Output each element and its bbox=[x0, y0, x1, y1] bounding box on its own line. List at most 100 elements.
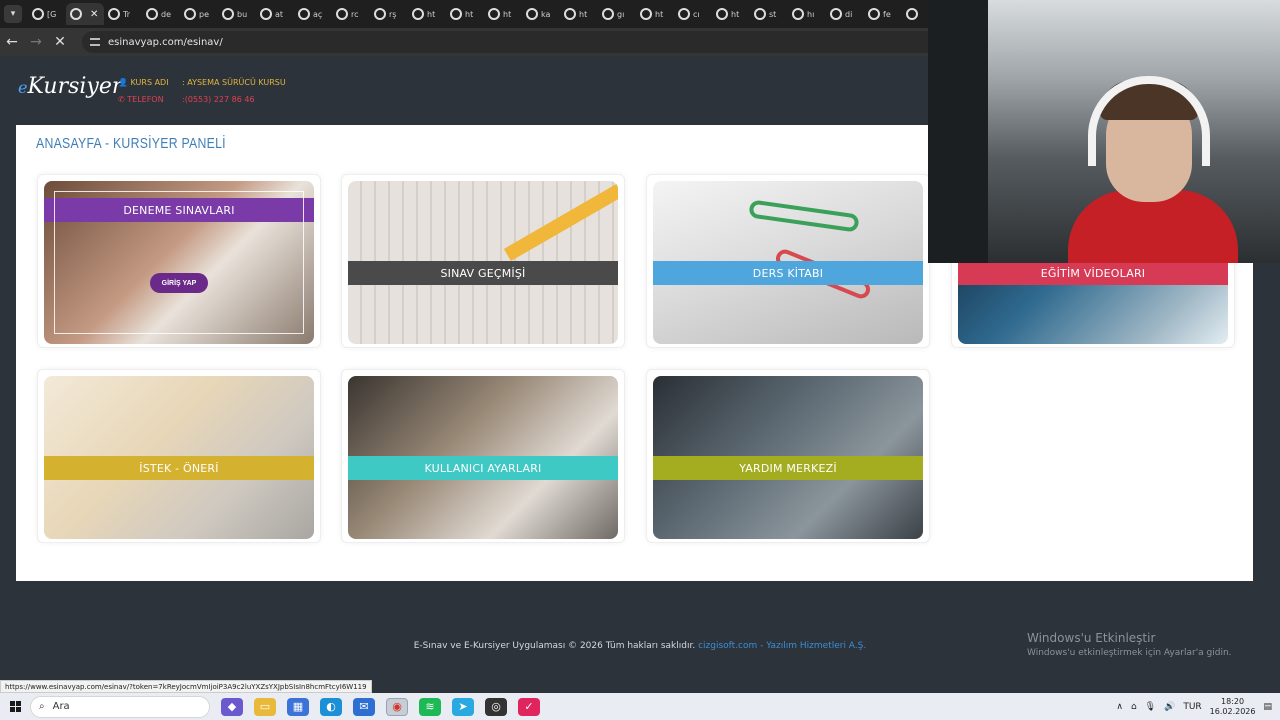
mail-icon[interactable]: ✉ bbox=[353, 697, 375, 716]
tab-favicon-icon bbox=[298, 8, 310, 20]
browser-tab[interactable]: gı bbox=[598, 3, 636, 25]
back-icon[interactable]: ← bbox=[0, 34, 24, 50]
browser-tab[interactable]: ht bbox=[408, 3, 446, 25]
footer-link[interactable]: cizgisoft.com - Yazılım Hizmetleri A.Ş. bbox=[698, 641, 866, 651]
webcam-overlay bbox=[928, 0, 1280, 263]
browser-tab[interactable]: di bbox=[826, 3, 864, 25]
browser-tab[interactable]: fe bbox=[864, 3, 902, 25]
hover-frame bbox=[54, 191, 304, 334]
browser-tab[interactable]: ht bbox=[484, 3, 522, 25]
tab-title: ht bbox=[655, 9, 664, 19]
browser-tab[interactable]: ✕ bbox=[66, 3, 104, 25]
tab-favicon-icon bbox=[260, 8, 272, 20]
browser-tab[interactable]: rş bbox=[370, 3, 408, 25]
tab-title: cı bbox=[693, 9, 700, 19]
phone-label-wrap: ✆ TELEFON bbox=[118, 95, 182, 104]
browser-tab[interactable]: ht bbox=[712, 3, 750, 25]
forward-icon[interactable]: → bbox=[24, 34, 48, 50]
browser-tab[interactable]: aç bbox=[294, 3, 332, 25]
giris-yap-button[interactable]: GİRİŞ YAP bbox=[150, 273, 208, 293]
card-label: YARDIM MERKEZİ bbox=[653, 456, 923, 480]
clock[interactable]: 18:20 16.02.2026 bbox=[1210, 697, 1256, 717]
tab-favicon-icon bbox=[830, 8, 842, 20]
browser-tab[interactable]: ka bbox=[522, 3, 560, 25]
card-sinav-gecmisi[interactable]: SINAV GEÇMİŞİ bbox=[341, 174, 625, 348]
site-info-icon[interactable] bbox=[90, 38, 100, 46]
obs-icon[interactable]: ◎ bbox=[485, 697, 507, 716]
microphone-icon[interactable]: 🎙 bbox=[1145, 702, 1156, 712]
tab-search-icon[interactable]: ▾ bbox=[4, 5, 22, 23]
speaker-icon[interactable]: 🔊 bbox=[1164, 702, 1175, 712]
browser-tab[interactable]: cı bbox=[674, 3, 712, 25]
browser-tab[interactable]: at bbox=[256, 3, 294, 25]
browser-tab[interactable]: ht bbox=[446, 3, 484, 25]
taskbar: ⌕ Ara ◆ ▭ ▦ ◐ ✉ ◉ ≋ ➤ ◎ ✓ ∧ ⌂ 🎙 🔊 TUR 18… bbox=[0, 693, 1280, 720]
webcam-background bbox=[928, 0, 988, 263]
tab-title: at bbox=[275, 9, 284, 19]
card-kullanici-ayarlari[interactable]: KULLANICI AYARLARI bbox=[341, 369, 625, 543]
card-yardim-merkezi[interactable]: YARDIM MERKEZİ bbox=[646, 369, 930, 543]
url-text[interactable]: esinavyap.com/esinav/ bbox=[108, 37, 223, 48]
tab-title: rc bbox=[351, 9, 359, 19]
tab-title: pe bbox=[199, 9, 209, 19]
tab-favicon-icon bbox=[32, 8, 44, 20]
card-label: EĞİTİM VİDEOLARI bbox=[958, 261, 1228, 285]
tab-title: de bbox=[161, 9, 171, 19]
chrome-icon[interactable]: ◉ bbox=[386, 697, 408, 716]
card-image: DENEME SINAVLARI GİRİŞ YAP bbox=[44, 181, 314, 344]
course-name: : AYSEMA SÜRÜCÜ KURSU bbox=[182, 78, 286, 87]
tab-title: di bbox=[845, 9, 853, 19]
close-tab-icon[interactable]: ✕ bbox=[90, 9, 98, 20]
browser-tab[interactable]: [G bbox=[28, 3, 66, 25]
tab-title: Tr bbox=[123, 9, 130, 19]
browser-tab[interactable]: hı bbox=[788, 3, 826, 25]
copilot-icon[interactable]: ◆ bbox=[221, 697, 243, 716]
logo-text: Kursiyer bbox=[27, 74, 123, 99]
taskbar-search[interactable]: ⌕ Ara bbox=[30, 695, 210, 718]
tab-title: ka bbox=[541, 9, 551, 19]
user-icon: 👤 bbox=[118, 78, 128, 87]
tab-title: fe bbox=[883, 9, 891, 19]
paperclip-shape bbox=[748, 199, 860, 233]
search-placeholder: Ara bbox=[52, 701, 70, 712]
headphones-icon bbox=[1088, 76, 1210, 166]
store-icon[interactable]: ▦ bbox=[287, 697, 309, 716]
browser-tab[interactable]: rc bbox=[332, 3, 370, 25]
browser-tab[interactable]: st bbox=[750, 3, 788, 25]
card-ders-kitabi[interactable]: DERS KİTABI bbox=[646, 174, 930, 348]
tab-favicon-icon bbox=[412, 8, 424, 20]
app-icon[interactable]: ✓ bbox=[518, 697, 540, 716]
language-indicator[interactable]: TUR bbox=[1183, 702, 1201, 712]
chevron-up-icon[interactable]: ∧ bbox=[1116, 702, 1123, 712]
browser-tab[interactable]: Tr bbox=[104, 3, 142, 25]
phone-label: TELEFON bbox=[127, 95, 164, 104]
pencil-shape bbox=[503, 181, 618, 262]
tab-title: ht bbox=[427, 9, 436, 19]
start-button[interactable] bbox=[0, 701, 30, 712]
spotify-icon[interactable]: ≋ bbox=[419, 697, 441, 716]
notification-icon[interactable]: ▤ bbox=[1263, 702, 1272, 712]
browser-tab[interactable]: de bbox=[142, 3, 180, 25]
tab-favicon-icon bbox=[906, 8, 918, 20]
tab-title: hı bbox=[807, 9, 815, 19]
browser-tab[interactable]: pe bbox=[180, 3, 218, 25]
telegram-icon[interactable]: ➤ bbox=[452, 697, 474, 716]
tab-title: ht bbox=[731, 9, 740, 19]
stop-icon[interactable]: ✕ bbox=[48, 34, 72, 50]
course-label-wrap: 👤 KURS ADI bbox=[118, 78, 182, 87]
card-istek-oneri[interactable]: İSTEK - ÖNERİ bbox=[37, 369, 321, 543]
tab-favicon-icon bbox=[792, 8, 804, 20]
tab-favicon-icon bbox=[70, 8, 82, 20]
browser-tab[interactable]: ht bbox=[560, 3, 598, 25]
ekursiyer-logo[interactable]: eKursiyer bbox=[18, 74, 122, 99]
tab-favicon-icon bbox=[488, 8, 500, 20]
tab-title: [G bbox=[47, 9, 57, 19]
card-deneme-sinavlari[interactable]: DENEME SINAVLARI GİRİŞ YAP bbox=[37, 174, 321, 348]
network-icon[interactable]: ⌂ bbox=[1131, 702, 1137, 712]
file-explorer-icon[interactable]: ▭ bbox=[254, 697, 276, 716]
card-label: İSTEK - ÖNERİ bbox=[44, 456, 314, 480]
tab-favicon-icon bbox=[640, 8, 652, 20]
browser-tab[interactable]: bu bbox=[218, 3, 256, 25]
browser-tab[interactable]: ht bbox=[636, 3, 674, 25]
edge-icon[interactable]: ◐ bbox=[320, 697, 342, 716]
